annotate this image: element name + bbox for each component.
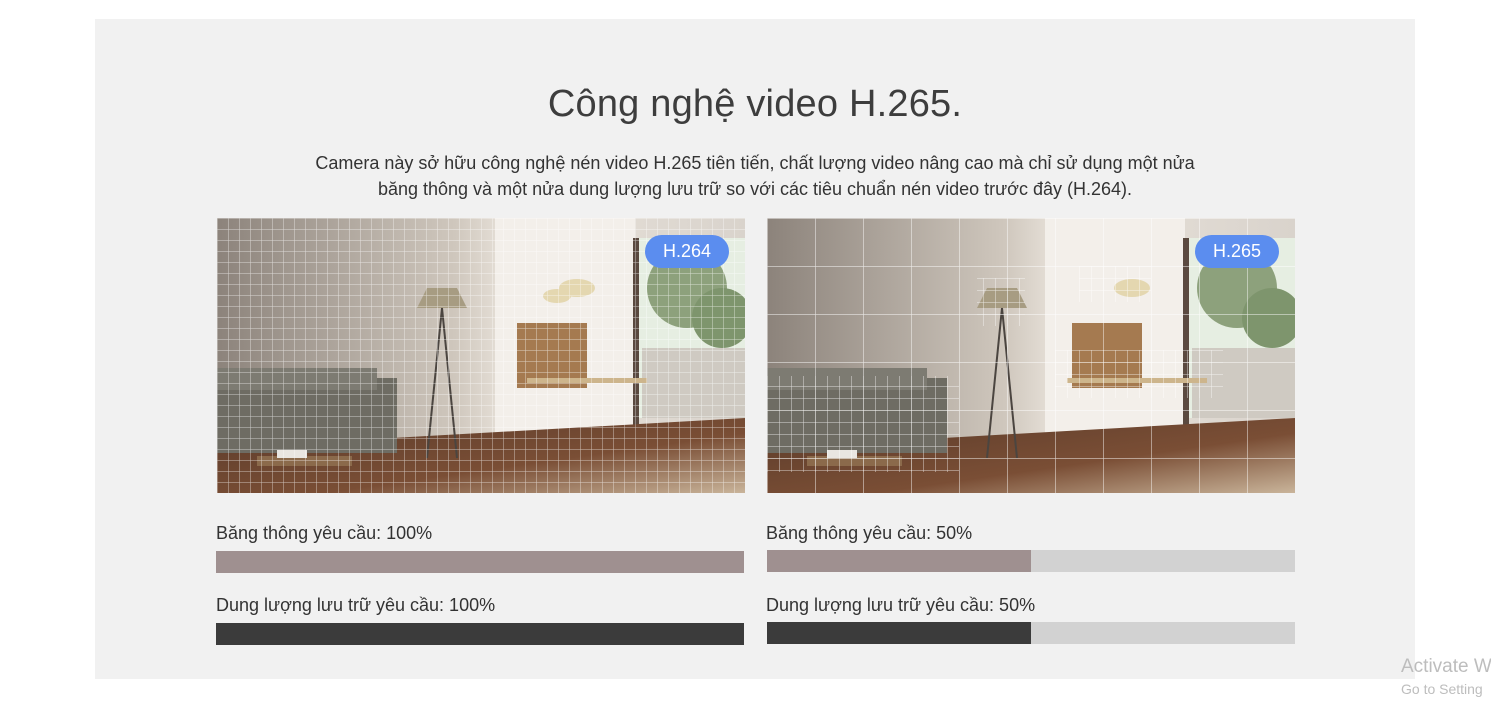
h264-bandwidth-fill (216, 551, 744, 573)
watermark-line-2: Go to Setting (1401, 681, 1483, 697)
h264-bandwidth-bar (216, 551, 744, 573)
codec-badge-h264: H.264 (644, 235, 729, 268)
description-line-2: băng thông và một nửa dung lượng lưu trữ… (377, 179, 1133, 199)
feature-section: Công nghệ video H.265. Camera này sở hữu… (95, 19, 1415, 679)
h265-storage-label: Dung lượng lưu trữ yêu cầu: 50% (766, 595, 1036, 615)
h265-storage-fill (767, 622, 1031, 644)
h264-storage-fill (216, 623, 744, 645)
codec-badge-h265: H.265 (1194, 235, 1279, 268)
h265-storage-bar (767, 622, 1295, 644)
description-line-1: Camera này sở hữu công nghệ nén video H.… (315, 153, 1195, 173)
h265-bandwidth-fill (767, 550, 1031, 572)
h265-bandwidth-label: Băng thông yêu cầu: 50% (766, 523, 973, 543)
h265-comparison-image: H.265 (767, 218, 1295, 493)
windows-activation-watermark: Activate W Go to Setting (1401, 656, 1491, 697)
h264-bandwidth-label: Băng thông yêu cầu: 100% (216, 523, 433, 543)
h265-bandwidth-bar (767, 550, 1295, 572)
section-title: Công nghệ video H.265. (547, 83, 963, 125)
section-description: Camera này sở hữu công nghệ nén video H.… (255, 150, 1255, 202)
h264-storage-bar (216, 623, 744, 645)
watermark-line-1: Activate W (1401, 656, 1491, 677)
h264-storage-label: Dung lượng lưu trữ yêu cầu: 100% (216, 595, 496, 615)
h264-comparison-image: H.264 (217, 218, 745, 493)
